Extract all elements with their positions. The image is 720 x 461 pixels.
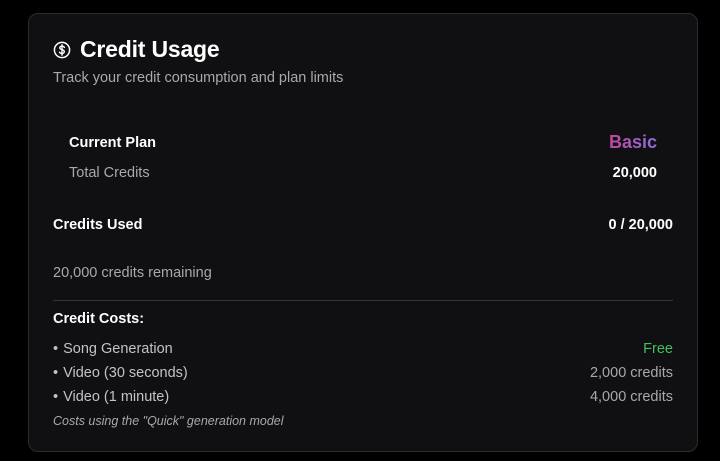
cost-item-name: Video (30 seconds) [63,365,188,381]
credits-used-label: Credits Used [53,217,143,233]
list-item: • Video (1 minute) 4,000 credits [53,385,673,409]
current-plan-row: Current Plan Basic [69,132,657,153]
credit-costs-title: Credit Costs: [53,311,145,327]
page-title: Credit Usage [80,36,220,62]
divider [53,300,673,301]
card-header: Credit Usage [53,36,220,63]
total-credits-value: 20,000 [612,165,657,181]
current-plan-value: Basic [608,132,657,152]
total-credits-row: Total Credits 20,000 [69,165,657,181]
total-credits-label: Total Credits [69,165,150,181]
credit-costs-list: • Song Generation Free • Video (30 seconds… [53,337,673,409]
cost-item-name: Song Generation [63,341,173,357]
credit-usage-card: Credit Usage Track your credit consumpti… [28,13,698,452]
credits-remaining-text: 20,000 credits remaining [53,265,212,281]
bullet-icon: • [53,341,59,357]
bullet-icon: • [53,389,59,405]
list-item: • Video (30 seconds) 2,000 credits [53,361,673,385]
current-plan-label: Current Plan [69,134,157,151]
cost-item-name: Video (1 minute) [63,389,170,405]
cost-item-value: 2,000 credits [589,365,673,381]
costs-note: Costs using the "Quick" generation model [53,414,284,428]
credits-used-row: Credits Used 0 / 20,000 [53,217,673,233]
bullet-icon: • [53,365,59,381]
page-subtitle: Track your credit consumption and plan l… [53,70,344,86]
credits-used-value: 0 / 20,000 [608,217,674,233]
list-item: • Song Generation Free [53,337,673,361]
dollar-circle-icon [53,41,71,59]
cost-item-value: Free [643,341,673,357]
cost-item-value: 4,000 credits [589,389,673,405]
